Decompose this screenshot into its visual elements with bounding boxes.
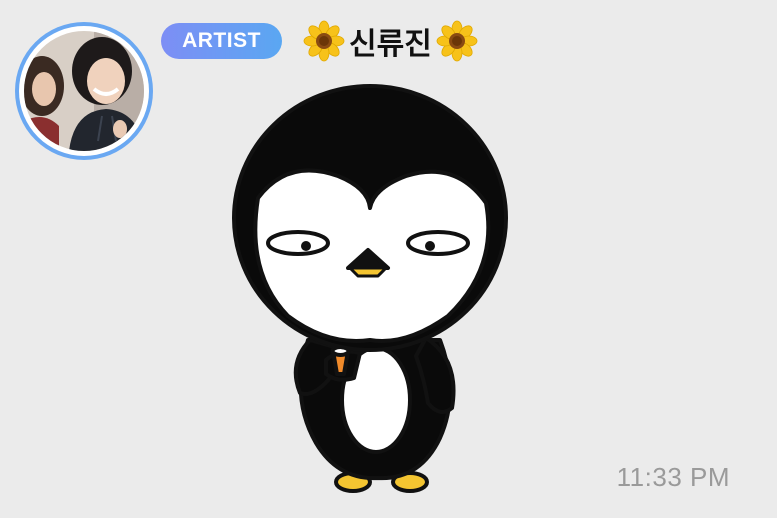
penguin-sticker[interactable]: [228, 78, 518, 498]
message-timestamp: 11:33 PM: [616, 462, 730, 492]
avatar-frame: [19, 26, 149, 156]
sender-name-row: 신류진: [303, 16, 478, 66]
avatar-photo: [24, 31, 144, 151]
sender-name: 신류진: [349, 27, 432, 62]
sunflower-icon: [436, 20, 478, 62]
artist-badge: ARTIST: [161, 23, 282, 59]
sunflower-icon: [303, 20, 345, 62]
sender-avatar[interactable]: [15, 22, 153, 160]
